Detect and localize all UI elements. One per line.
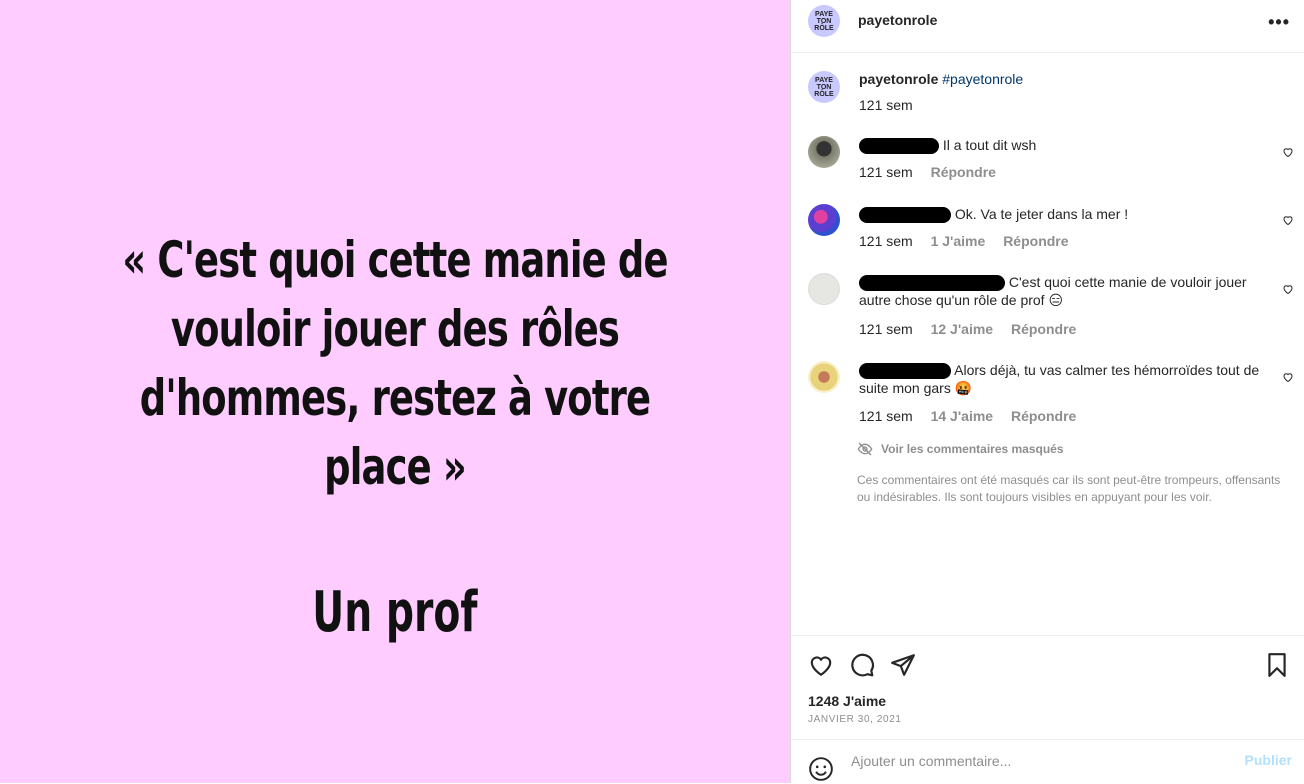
comment-text: Ok. Va te jeter dans la mer ! [954, 206, 1129, 222]
like-heart-icon[interactable] [808, 652, 834, 678]
post-date: JANVIER 30, 2021 [808, 714, 902, 725]
caption-text: payetonrole #payetonrole [859, 70, 1276, 88]
reply-button[interactable]: Répondre [931, 164, 996, 180]
comment-body: Il a tout dit wsh [859, 136, 1276, 155]
comment-time: 121 sem [859, 164, 913, 180]
comment-body: C'est quoi cette manie de vouloir jouer … [859, 273, 1276, 309]
redacted-username [859, 138, 939, 155]
comment-time: 121 sem [859, 408, 913, 424]
comment-item: Il a tout dit wsh 121 sem Répondre [791, 132, 1304, 192]
publish-button[interactable]: Publier [1245, 752, 1292, 768]
comment-body: Ok. Va te jeter dans la mer ! [859, 205, 1276, 224]
commenter-avatar[interactable] [808, 361, 840, 393]
reply-button[interactable]: Répondre [1011, 321, 1076, 337]
eye-off-icon [857, 442, 873, 456]
comment-text: Il a tout dit wsh [942, 137, 1037, 153]
save-bookmark-icon[interactable] [1264, 652, 1290, 678]
header-username[interactable]: payetonrole [858, 12, 937, 28]
like-count[interactable]: 1248 J'aime [808, 693, 886, 709]
like-comment-heart-icon[interactable] [1282, 146, 1294, 158]
hidden-comments-note: Ces commentaires ont été masqués car ils… [857, 473, 1281, 504]
post-actions: 1248 J'aime JANVIER 30, 2021 [791, 635, 1304, 740]
reply-button[interactable]: Répondre [1011, 408, 1076, 424]
comment-input[interactable] [849, 752, 1223, 770]
share-paper-plane-icon[interactable] [890, 652, 916, 678]
post-side-panel: PAYE TON RÔLE payetonrole ••• PAYE TON R… [790, 0, 1304, 783]
comments-list[interactable]: PAYE TON RÔLE payetonrole #payetonrole 1… [791, 52, 1304, 634]
comment-meta: 121 sem 1 J'aime Répondre [859, 232, 1276, 250]
caption-hashtag[interactable]: #payetonrole [942, 71, 1023, 87]
post-quote: « C'est quoi cette manie de vouloir joue… [122, 231, 668, 496]
caption: PAYE TON RÔLE payetonrole #payetonrole 1… [791, 52, 1304, 122]
redacted-username [859, 275, 1005, 292]
avatar-logo-text: PAYE TON RÔLE [814, 10, 834, 32]
show-hidden-comments-label: Voir les commentaires masqués [881, 442, 1064, 456]
show-hidden-comments-link[interactable]: Voir les commentaires masqués [857, 441, 1064, 457]
commenter-avatar[interactable] [808, 136, 840, 168]
comment-likes[interactable]: 1 J'aime [931, 233, 986, 249]
caption-username[interactable]: payetonrole [859, 71, 938, 87]
caption-time: 121 sem [859, 97, 913, 113]
comment-time: 121 sem [859, 321, 913, 337]
caption-avatar[interactable]: PAYE TON RÔLE [808, 71, 840, 103]
comment-item: Ok. Va te jeter dans la mer ! 121 sem 1 … [791, 202, 1304, 262]
comment-meta: 121 sem Répondre [859, 163, 1276, 181]
redacted-username [859, 207, 951, 224]
account-avatar[interactable]: PAYE TON RÔLE [808, 5, 840, 37]
comment-item: Alors déjà, tu vas calmer tes hémorroïde… [791, 359, 1304, 429]
post-image: « C'est quoi cette manie de vouloir joue… [0, 0, 790, 783]
comment-body: Alors déjà, tu vas calmer tes hémorroïde… [859, 361, 1276, 397]
more-options-icon[interactable]: ••• [1268, 12, 1290, 33]
post-header: PAYE TON RÔLE payetonrole ••• [791, 0, 1304, 53]
reply-button[interactable]: Répondre [1003, 233, 1068, 249]
post-author: Un prof [312, 580, 478, 645]
commenter-avatar[interactable] [808, 273, 840, 305]
comment-item: C'est quoi cette manie de vouloir jouer … [791, 271, 1304, 341]
redacted-username [859, 363, 951, 380]
comment-bubble-icon[interactable] [849, 652, 875, 678]
commenter-avatar[interactable] [808, 204, 840, 236]
like-comment-heart-icon[interactable] [1282, 283, 1294, 295]
like-comment-heart-icon[interactable] [1282, 371, 1294, 383]
emoji-smiley-icon[interactable] [808, 756, 834, 782]
like-comment-heart-icon[interactable] [1282, 214, 1294, 226]
add-comment-bar: Publier [791, 739, 1304, 784]
comment-likes[interactable]: 12 J'aime [931, 321, 994, 337]
comment-time: 121 sem [859, 233, 913, 249]
comment-meta: 121 sem 14 J'aime Répondre [859, 407, 1276, 425]
avatar-logo-text: PAYE TON RÔLE [814, 76, 834, 98]
comment-meta: 121 sem 12 J'aime Répondre [859, 320, 1276, 338]
comment-likes[interactable]: 14 J'aime [931, 408, 994, 424]
